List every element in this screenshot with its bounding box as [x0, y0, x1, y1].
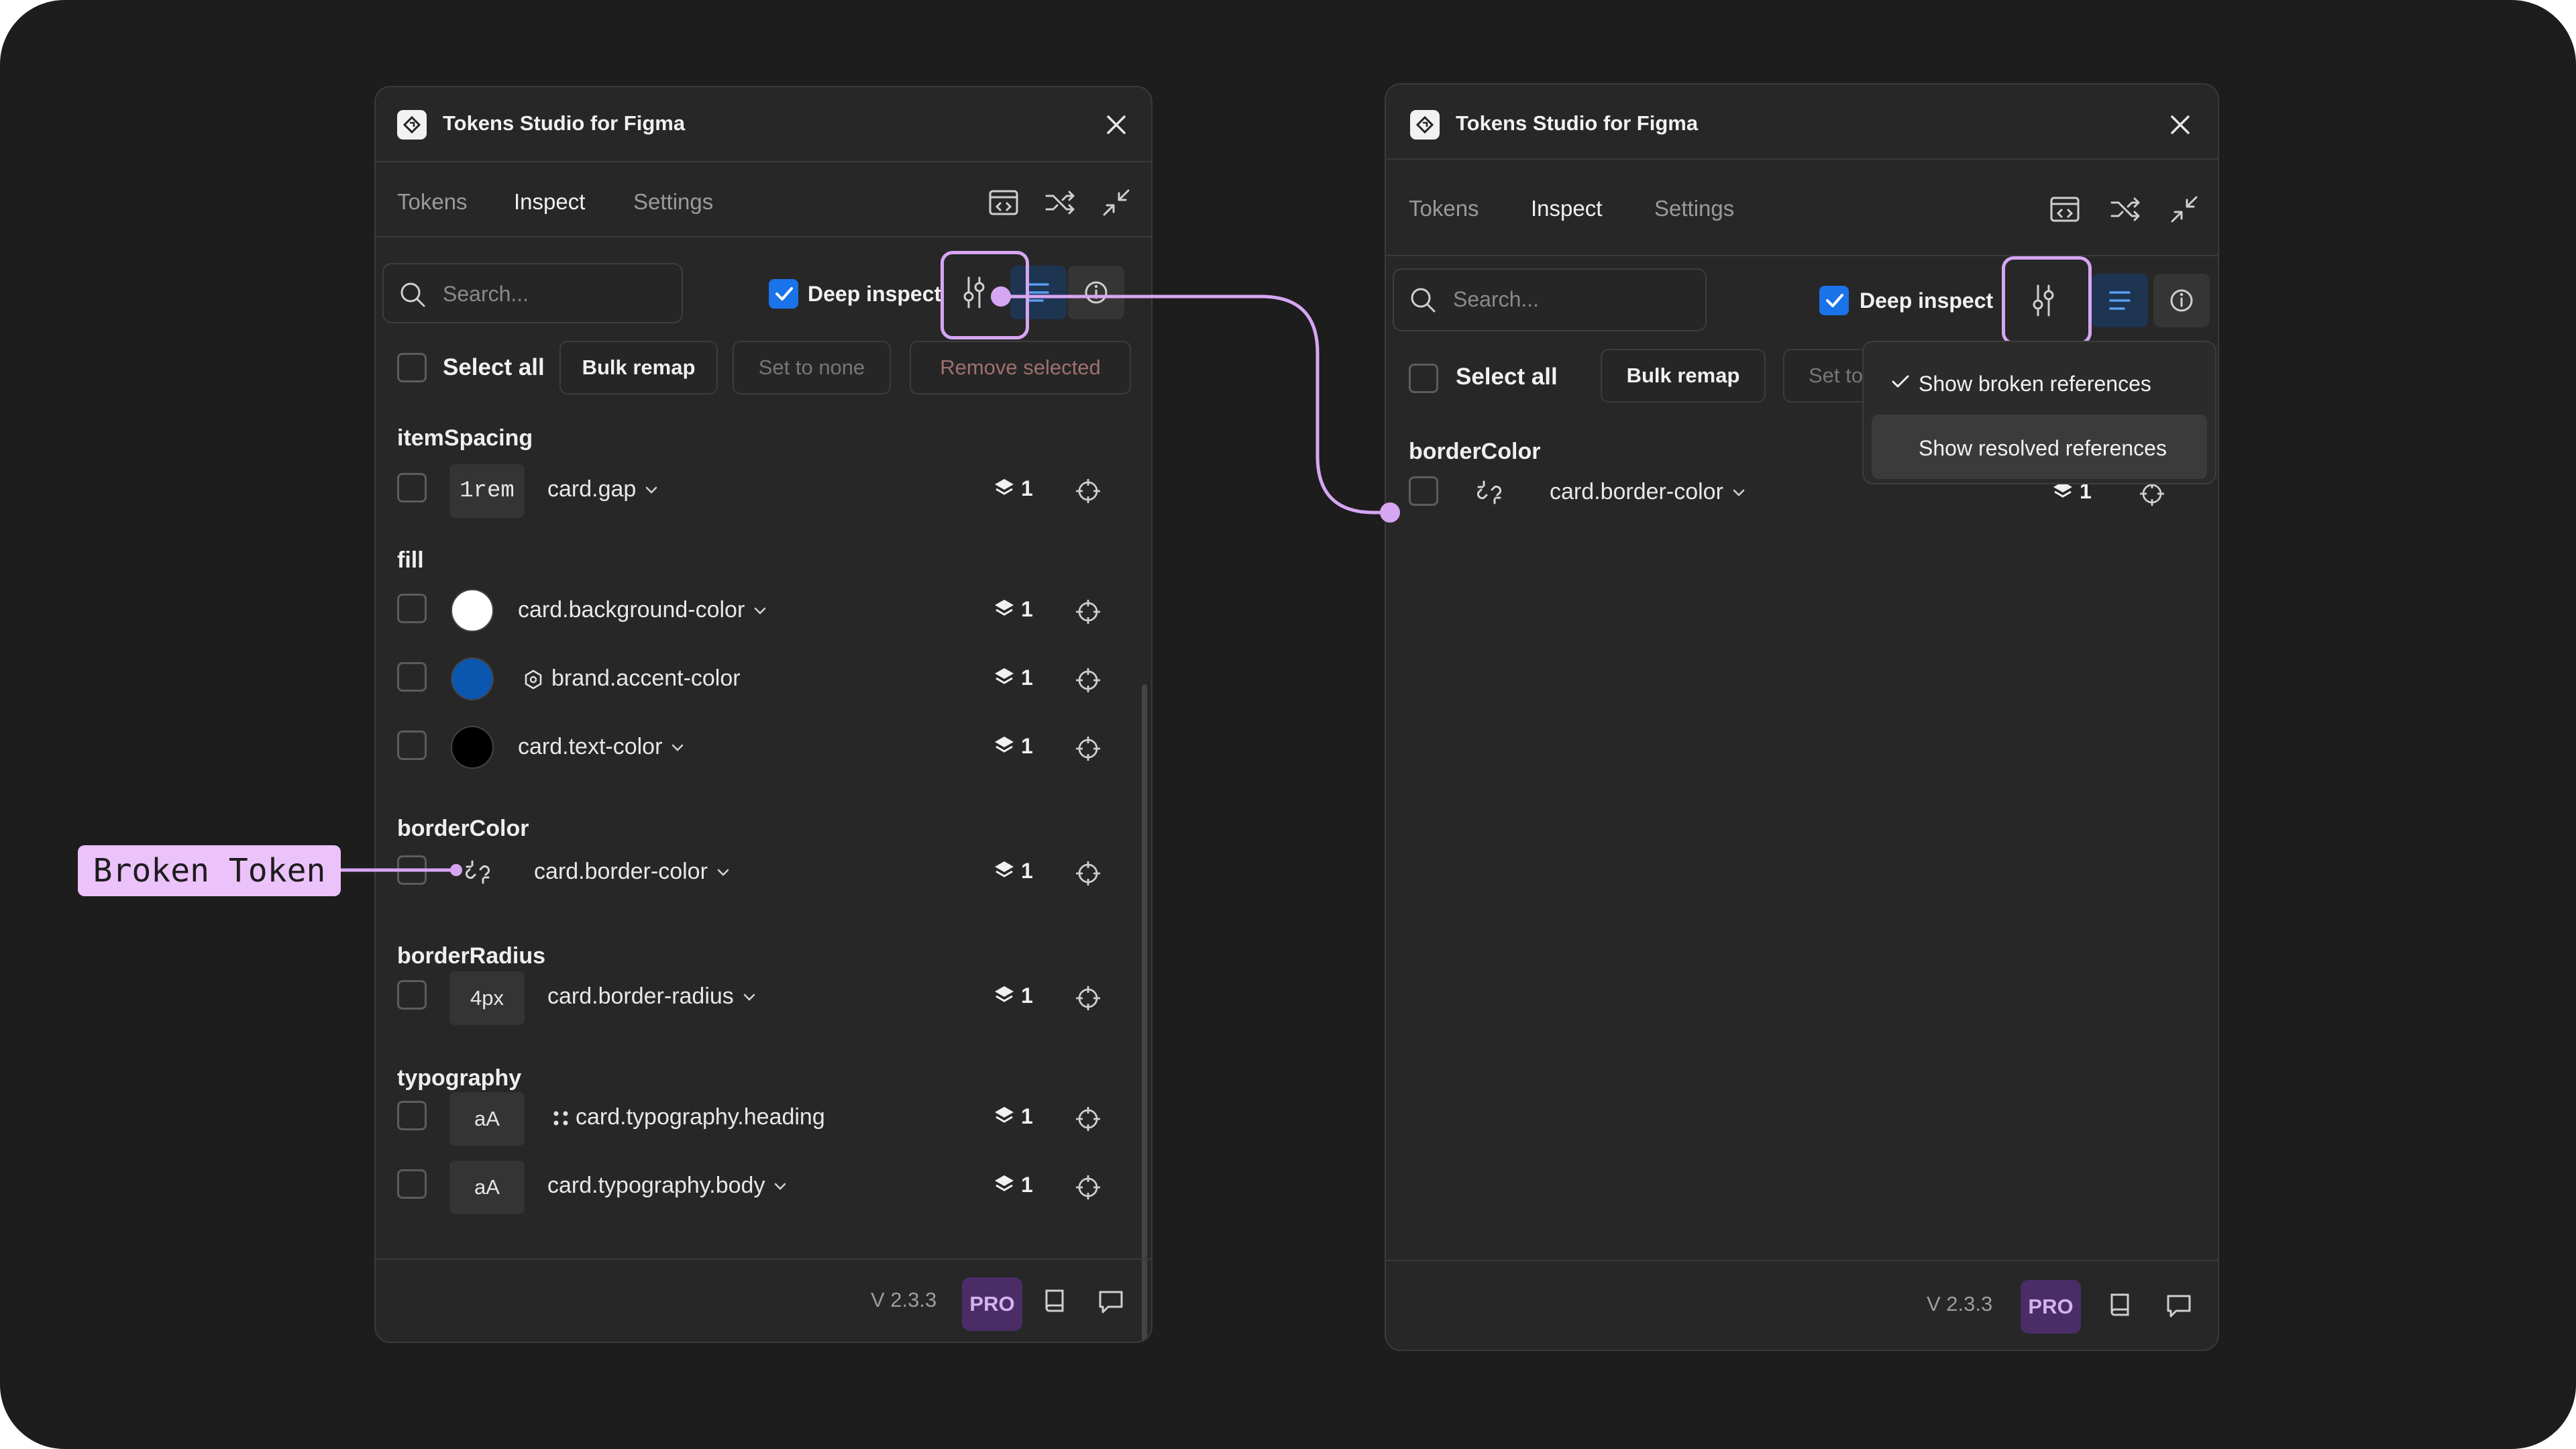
annotation-connectors — [341, 286, 1400, 876]
canvas-background: Tokens Studio for Figma Tokens Inspect S… — [0, 0, 2576, 1449]
